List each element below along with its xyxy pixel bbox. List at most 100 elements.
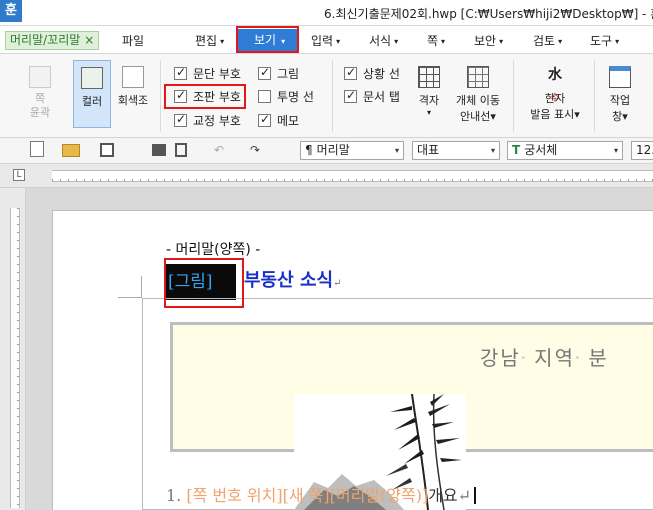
- menu-tools-label: 도구: [590, 34, 613, 48]
- language-select[interactable]: 대표 ▾: [412, 141, 500, 160]
- checkbox-paragraph-mark[interactable]: 문단 부호: [174, 65, 241, 82]
- formatting-toolbar: ↶ ↷ ¶머리말 ▾ 대표 ▾ T궁서체 ▾ 12.: [0, 138, 653, 164]
- chevron-down-icon: ▾: [336, 37, 341, 46]
- chevron-down-icon: ▾: [558, 37, 563, 46]
- checkbox-box: [344, 65, 357, 80]
- checkbox-layout-mark[interactable]: 조판 부호: [174, 88, 241, 105]
- color-view-button[interactable]: 컬러: [73, 60, 111, 128]
- menu-tools[interactable]: 도구 ▾: [590, 32, 619, 49]
- grid-button[interactable]: 격자 ▾: [410, 66, 448, 132]
- checkbox-memo[interactable]: 메모: [258, 112, 299, 129]
- chevron-down-icon: ▾: [499, 37, 504, 46]
- preview-icon[interactable]: [175, 143, 187, 157]
- hanja-label: 한자: [544, 92, 566, 105]
- tab-stop-selector-icon[interactable]: L: [13, 169, 25, 181]
- work-window-icon: [609, 66, 631, 88]
- font-select[interactable]: T 궁서체 ▾: [507, 141, 623, 160]
- document-area[interactable]: - 머리말(양쪽) - [그림] 부동산 소식↵ 강남ˇ 지역ˇ 분 1. [쪽…: [26, 188, 653, 510]
- color-picture-icon: [81, 67, 103, 89]
- checkbox-status-bar[interactable]: 상황 선: [344, 65, 400, 82]
- ribbon-divider: [513, 60, 514, 132]
- checkbox-picture[interactable]: 그림: [258, 65, 299, 82]
- title-word-3: 분: [588, 346, 609, 370]
- font-size-value: 12.: [636, 143, 653, 157]
- open-folder-icon[interactable]: [62, 144, 80, 157]
- menu-review-label: 검토: [533, 34, 556, 48]
- title-box-text: 강남ˇ 지역ˇ 분: [480, 342, 609, 371]
- ruler-scale: [52, 170, 653, 182]
- checkbox-label: 상황 선: [363, 67, 400, 81]
- new-document-icon[interactable]: [30, 141, 44, 157]
- horizontal-ruler[interactable]: L: [0, 164, 653, 188]
- checkbox-label: 그림: [277, 67, 300, 81]
- checkbox-label: 교정 부호: [193, 114, 241, 128]
- menu-file[interactable]: 파일: [122, 32, 144, 49]
- redo-icon[interactable]: ↷: [250, 141, 260, 160]
- checkbox-doc-tabs[interactable]: 문서 탭: [344, 88, 400, 105]
- checkbox-label: 메모: [277, 114, 300, 128]
- page-outline-button[interactable]: 쪽 윤곽: [16, 66, 64, 130]
- window-title: 6.최신기출문제02회.hwp [C:₩Users₩hiji2₩Desktop₩…: [324, 7, 653, 21]
- checkbox-box: [174, 112, 187, 127]
- grayscale-button[interactable]: 회색조: [114, 66, 152, 130]
- ribbon-divider: [594, 60, 595, 132]
- menu-security[interactable]: 보안 ▾: [474, 32, 503, 49]
- object-move-guide-button[interactable]: 개체 이동 안내선▾: [450, 66, 506, 132]
- return-mark: ↵: [333, 278, 342, 289]
- chevron-down-icon: ▾: [281, 37, 286, 46]
- space-mark: ˇ: [574, 357, 580, 368]
- page-outline-label: 쪽 윤곽: [29, 92, 51, 119]
- checkbox-label: 조판 부호: [193, 90, 241, 104]
- close-icon[interactable]: ×: [84, 33, 94, 47]
- chevron-down-icon: ▾: [615, 37, 620, 46]
- checkbox-label: 문서 탭: [363, 90, 400, 104]
- app-logo-icon[interactable]: 훈: [0, 0, 22, 22]
- checkbox-box: [258, 112, 271, 127]
- vertical-ruler[interactable]: [0, 188, 26, 510]
- return-mark: ↵: [457, 486, 472, 505]
- save-icon[interactable]: [100, 143, 114, 157]
- list-item[interactable]: 1. [쪽 번호 위치][새 쪽][머리말(양쪽)]개요↵: [166, 482, 477, 506]
- checkbox-transparent-line[interactable]: 투명 선: [258, 88, 314, 105]
- menu-page[interactable]: 쪽 ▾: [427, 32, 445, 49]
- move-guide-icon: [467, 66, 489, 88]
- chevron-down-icon: ▾: [441, 37, 446, 46]
- grayscale-label: 회색조: [117, 94, 149, 107]
- font-select-value: 궁서체: [524, 143, 558, 157]
- menu-insert[interactable]: 입력 ▾: [311, 32, 340, 49]
- picture-mark[interactable]: [그림]: [166, 264, 236, 300]
- grayscale-picture-icon: [122, 66, 144, 88]
- work-window-button[interactable]: 작업 창▾: [600, 66, 640, 132]
- hanja-pronunciation-button[interactable]: 水수 한자 발음 표시▾: [524, 64, 586, 130]
- menu-edit[interactable]: 편집 ▾: [195, 32, 224, 49]
- font-size-select[interactable]: 12.: [631, 141, 653, 160]
- checkbox-proofread-mark[interactable]: 교정 부호: [174, 112, 241, 129]
- space-mark: ˇ: [520, 357, 526, 368]
- checkbox-box: [174, 65, 187, 80]
- ribbon: 쪽 윤곽 컬러 회색조 문단 부호 조판 부호 교정 부호 그림 투명 선 메모…: [0, 54, 653, 138]
- menu-edit-label: 편집: [195, 34, 218, 48]
- menu-format[interactable]: 서식 ▾: [369, 32, 398, 49]
- title-word-2: 지역: [534, 346, 575, 370]
- menu-review[interactable]: 검토 ▾: [533, 32, 562, 49]
- style-select[interactable]: ¶ 머리말 ▾: [300, 141, 404, 160]
- tab-header-footer-label: 머리말/꼬리말: [10, 33, 81, 47]
- grid-icon: [418, 66, 440, 88]
- language-select-value: 대표: [417, 143, 440, 157]
- undo-icon[interactable]: ↶: [214, 141, 224, 160]
- menu-view[interactable]: 보기 ▾: [238, 29, 298, 51]
- menu-security-label: 보안: [474, 34, 497, 48]
- list-text: 개요: [428, 486, 458, 505]
- object-move-label: 개체 이동: [456, 94, 500, 107]
- menu-view-label: 보기: [254, 33, 277, 47]
- tab-header-footer[interactable]: 머리말/꼬리말 ×: [5, 31, 100, 50]
- checkbox-box: [258, 65, 271, 80]
- print-icon[interactable]: [152, 144, 166, 156]
- menu-bar: 머리말/꼬리말 × 파일 편집 ▾ 보기 ▾ 입력 ▾ 서식 ▾ 쪽 ▾ 보안 ▾ 검토 ▾ 도…: [0, 26, 653, 54]
- headline-text: 부동산 소식: [244, 270, 334, 291]
- checkbox-box: [344, 88, 357, 103]
- checkbox-box: [174, 88, 187, 103]
- header-headline[interactable]: 부동산 소식↵: [244, 266, 341, 292]
- menu-format-label: 서식: [369, 34, 392, 48]
- header-label: - 머리말(양쪽) -: [166, 242, 261, 258]
